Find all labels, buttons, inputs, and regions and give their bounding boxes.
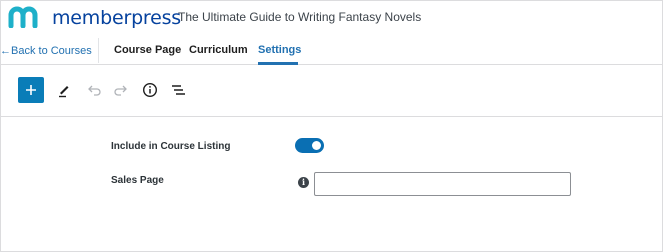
tab-course-page[interactable]: Course Page [114, 44, 181, 56]
brand-name: memberpress [52, 7, 182, 29]
add-block-button[interactable] [18, 77, 44, 103]
nav-divider [98, 38, 99, 63]
details-button[interactable] [139, 79, 161, 101]
include-in-course-listing-label: Include in Course Listing [111, 141, 231, 152]
back-to-courses-link[interactable]: ←Back to Courses [0, 45, 92, 57]
tab-curriculum[interactable]: Curriculum [189, 44, 248, 56]
undo-button[interactable] [83, 79, 105, 101]
plus-icon [26, 85, 36, 95]
pencil-icon [59, 86, 69, 98]
include-in-course-listing-toggle[interactable] [295, 138, 324, 153]
redo-button[interactable] [110, 79, 132, 101]
edit-tool-button[interactable] [53, 79, 75, 101]
redo-icon [114, 85, 127, 96]
sales-page-label: Sales Page [111, 175, 164, 186]
tab-settings[interactable]: Settings [258, 44, 301, 56]
undo-icon [88, 85, 101, 96]
top-bar: memberpress The Ultimate Guide to Writin… [0, 0, 663, 36]
editor-toolbar [0, 65, 663, 117]
list-view-button[interactable] [167, 79, 189, 101]
course-title: The Ultimate Guide to Writing Fantasy No… [178, 10, 422, 24]
sales-page-info-icon[interactable]: i [298, 177, 309, 188]
list-view-icon [172, 85, 185, 95]
sales-page-input[interactable] [314, 172, 571, 196]
memberpress-logo-icon [8, 6, 38, 28]
toggle-knob [312, 141, 321, 150]
info-icon [142, 82, 158, 98]
course-nav: ←Back to Courses Course Page Curriculum … [0, 36, 663, 65]
